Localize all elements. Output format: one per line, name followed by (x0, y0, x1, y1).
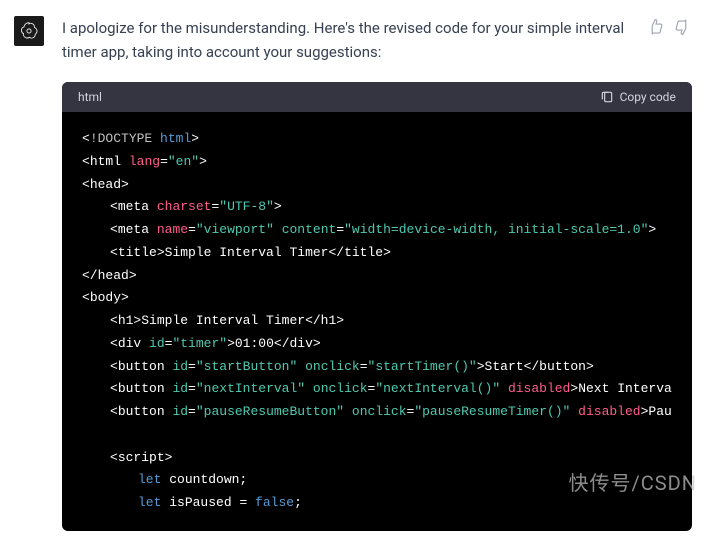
copy-code-button[interactable]: Copy code (600, 90, 676, 104)
thumbs-up-icon (647, 18, 665, 36)
openai-logo-icon (19, 21, 39, 41)
assistant-avatar (14, 16, 44, 46)
code-language-label: html (78, 90, 102, 104)
feedback-controls (647, 18, 691, 36)
copy-code-label: Copy code (620, 90, 676, 104)
thumbs-up-button[interactable] (647, 18, 665, 36)
thumbs-down-button[interactable] (673, 18, 691, 36)
code-header: html Copy code (62, 82, 692, 112)
code-block: html Copy code <!DOCTYPE html> <html lan… (62, 82, 692, 531)
assistant-message: I apologize for the misunderstanding. He… (62, 16, 692, 64)
watermark: 快传号/CSDN (568, 467, 697, 496)
thumbs-down-icon (673, 18, 691, 36)
clipboard-icon (600, 90, 614, 104)
